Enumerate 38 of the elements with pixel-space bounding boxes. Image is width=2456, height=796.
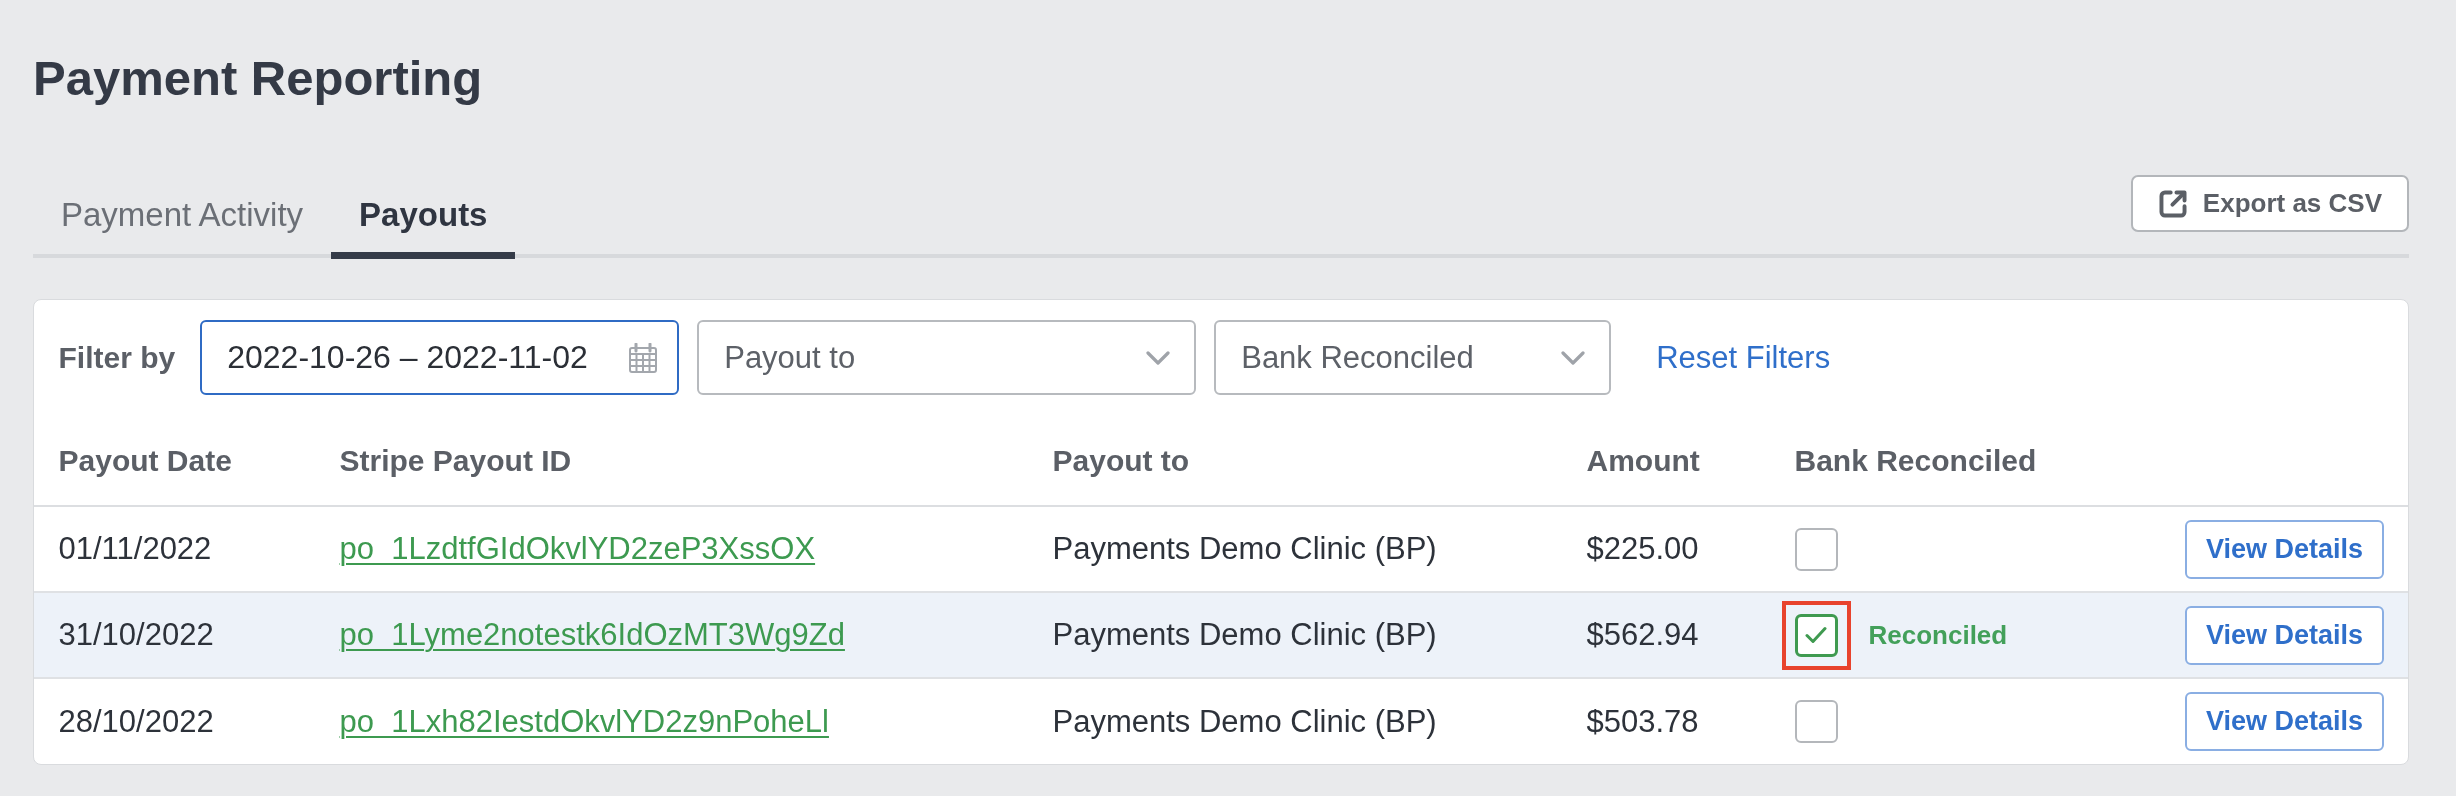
column-header: Payout to (1052, 443, 1190, 479)
view-details-button[interactable]: View Details (2184, 692, 2384, 751)
date-range-field[interactable]: 2022-10-26 – 2022-11-02 (200, 320, 680, 395)
view-details-button[interactable]: View Details (2184, 605, 2384, 665)
table-cell: Payments Demo Clinic (BP) (1052, 531, 1437, 567)
table-cell: Payments Demo Clinic (BP) (1052, 703, 1437, 740)
column-header: Stripe Payout ID (339, 443, 572, 479)
table-cell: $225.00 (1586, 531, 1699, 567)
tab[interactable]: Payouts (331, 195, 516, 259)
table-cell: 28/10/2022 (58, 703, 214, 740)
table-cell: $503.78 (1586, 703, 1699, 740)
table-cell: $562.94 (1586, 617, 1699, 653)
tab[interactable]: Payment Activity (33, 195, 332, 259)
payout-id-link[interactable]: po_1Lyme2notestk6IdOzMT3Wg9Zd (339, 617, 845, 653)
check-icon (1805, 626, 1827, 644)
view-details-button[interactable]: View Details (2184, 519, 2384, 579)
reset-filters-link[interactable]: Reset Filters (1656, 339, 1831, 376)
status-label: Reconciled (1868, 619, 2008, 651)
dropdown-field[interactable]: Payout to (697, 320, 1197, 395)
table-cell: 31/10/2022 (58, 617, 214, 653)
column-header: Bank Reconciled (1794, 443, 2037, 479)
checkbox[interactable] (1794, 700, 1838, 743)
page-title: Payment Reporting (33, 50, 483, 107)
column-header: Payout Date (58, 443, 232, 479)
table-cell: Payments Demo Clinic (BP) (1052, 617, 1437, 653)
checkbox[interactable] (1794, 613, 1838, 657)
export-button[interactable]: Export as CSV (2130, 175, 2409, 232)
payout-id-link[interactable]: po_1LzdtfGIdOkvlYD2zeP3XssOX (339, 531, 816, 567)
dropdown-field[interactable]: Bank Reconciled (1214, 320, 1612, 395)
export-icon (2157, 188, 2188, 219)
payout-id-link[interactable]: po_1Lxh82IestdOkvlYD2z9nPoheLl (339, 703, 829, 740)
chevron-down-icon (1561, 350, 1586, 365)
table-cell: 01/11/2022 (58, 531, 212, 567)
chevron-down-icon (1146, 350, 1171, 365)
column-header: Amount (1586, 443, 1700, 479)
calendar-icon (628, 342, 659, 373)
checkbox[interactable] (1794, 527, 1838, 571)
filter-label: Filter by (58, 340, 176, 375)
